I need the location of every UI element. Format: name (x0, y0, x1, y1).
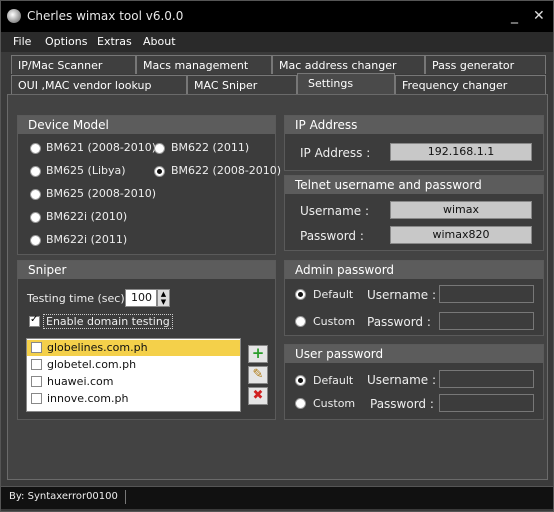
radio-bm622-2008-2010[interactable] (154, 166, 165, 177)
admin-password-label: Password : (367, 315, 431, 329)
domain-name: globetel.com.ph (47, 358, 137, 371)
radio-bm622i-2010[interactable] (30, 212, 41, 223)
tab-macs-management[interactable]: Macs management (136, 55, 272, 74)
testing-time-spinner[interactable]: ▲ ▼ (157, 289, 170, 307)
admin-username-label: Username : (367, 288, 437, 302)
radio-label: BM622i (2010) (46, 210, 128, 223)
minimize-button[interactable]: _ (511, 8, 518, 24)
list-item[interactable]: innove.com.ph (27, 391, 240, 407)
telnet-username-input[interactable]: wimax (390, 201, 532, 219)
sniper-title: Sniper (18, 261, 275, 279)
domain-checkbox[interactable] (31, 359, 42, 370)
radio-bm622i-2011[interactable] (30, 235, 41, 246)
radio-label: BM625 (Libya) (46, 164, 126, 177)
tab-mac-sniper[interactable]: MAC Sniper (187, 75, 297, 94)
menu-options[interactable]: Options (45, 35, 87, 48)
tab-ip-mac-scanner[interactable]: IP/Mac Scanner (11, 55, 136, 74)
user-default-radio[interactable] (295, 375, 306, 386)
user-username-label: Username : (367, 373, 437, 387)
add-domain-button[interactable]: + (248, 345, 268, 363)
admin-default-label: Default (313, 288, 354, 301)
radio-bm625-libya[interactable] (30, 166, 41, 177)
tab-pass-generator[interactable]: Pass generator (425, 55, 546, 74)
title-bar: Cherles wimax tool v6.0.0 _ ✕ (1, 1, 553, 32)
admin-username-input[interactable] (439, 285, 534, 303)
radio-bm621-2008-2010[interactable] (30, 143, 41, 154)
status-divider (125, 490, 126, 504)
pencil-icon: ✎ (252, 367, 264, 382)
user-password-label: Password : (370, 397, 434, 411)
domain-checkbox[interactable] (31, 376, 42, 387)
enable-domain-checkbox[interactable] (29, 314, 40, 327)
admin-custom-label: Custom (313, 315, 356, 328)
user-custom-radio[interactable] (295, 398, 306, 409)
domain-checkbox[interactable] (31, 393, 42, 404)
ip-address-label: IP Address : (300, 146, 371, 160)
edit-domain-button[interactable]: ✎ (248, 366, 268, 384)
radio-label: BM622 (2011) (171, 141, 250, 154)
user-custom-label: Custom (313, 397, 356, 410)
radio-bm622-2011[interactable] (154, 143, 165, 154)
testing-time-input[interactable]: 100 (125, 289, 157, 307)
plus-icon: + (251, 344, 265, 362)
domain-name: huawei.com (47, 375, 114, 388)
testing-time-label: Testing time (sec) : (27, 292, 132, 305)
telnet-password-label: Password : (300, 229, 364, 243)
ip-address-input[interactable]: 192.168.1.1 (390, 143, 532, 161)
menu-about[interactable]: About (143, 35, 176, 48)
status-bar: By: Syntaxerror00100 (1, 486, 553, 509)
domain-name: globelines.com.ph (47, 341, 148, 354)
delete-domain-button[interactable]: ✖ (248, 387, 268, 405)
ip-address-title: IP Address (285, 116, 543, 134)
user-default-label: Default (313, 374, 354, 387)
app-icon (7, 9, 21, 23)
list-item[interactable]: huawei.com (27, 374, 240, 390)
domain-name: innove.com.ph (47, 392, 129, 405)
menu-extras[interactable]: Extras (97, 35, 132, 48)
domain-list[interactable]: globelines.com.ph globetel.com.ph huawei… (26, 338, 241, 412)
admin-password-title: Admin password (285, 261, 543, 279)
delete-icon: ✖ (252, 388, 264, 403)
tab-oui-mac-vendor-lookup[interactable]: OUI ,MAC vendor lookup (11, 75, 187, 94)
menu-file[interactable]: File (13, 35, 31, 48)
user-username-input[interactable] (439, 370, 534, 388)
radio-bm625-2008-2010[interactable] (30, 189, 41, 200)
list-item[interactable]: globelines.com.ph (27, 340, 240, 356)
telnet-title: Telnet username and password (285, 176, 543, 194)
tab-frequency-changer[interactable]: Frequency changer (395, 75, 546, 94)
radio-label: BM621 (2008-2010) (46, 141, 157, 154)
radio-label: BM622i (2011) (46, 233, 128, 246)
radio-label: BM622 (2008-2010) (171, 164, 282, 177)
window-title: Cherles wimax tool v6.0.0 (27, 9, 184, 23)
status-text: By: Syntaxerror00100 (9, 491, 118, 502)
domain-checkbox[interactable] (31, 342, 42, 353)
telnet-password-input[interactable]: wimax820 (390, 226, 532, 244)
admin-password-input[interactable] (439, 312, 534, 330)
telnet-username-label: Username : (300, 204, 370, 218)
user-password-title: User password (285, 345, 543, 363)
close-button[interactable]: ✕ (533, 8, 545, 24)
main-window: Cherles wimax tool v6.0.0 _ ✕ File Optio… (0, 0, 554, 512)
list-item[interactable]: globetel.com.ph (27, 357, 240, 373)
user-password-input[interactable] (439, 394, 534, 412)
radio-label: BM625 (2008-2010) (46, 187, 157, 200)
admin-custom-radio[interactable] (295, 316, 306, 327)
tab-mac-address-changer[interactable]: Mac address changer (272, 55, 425, 74)
tab-settings[interactable]: Settings (297, 73, 395, 94)
admin-default-radio[interactable] (295, 289, 306, 300)
device-model-title: Device Model (18, 116, 275, 134)
enable-domain-label: Enable domain testing (43, 314, 173, 329)
menu-bar: File Options Extras About (1, 32, 553, 52)
